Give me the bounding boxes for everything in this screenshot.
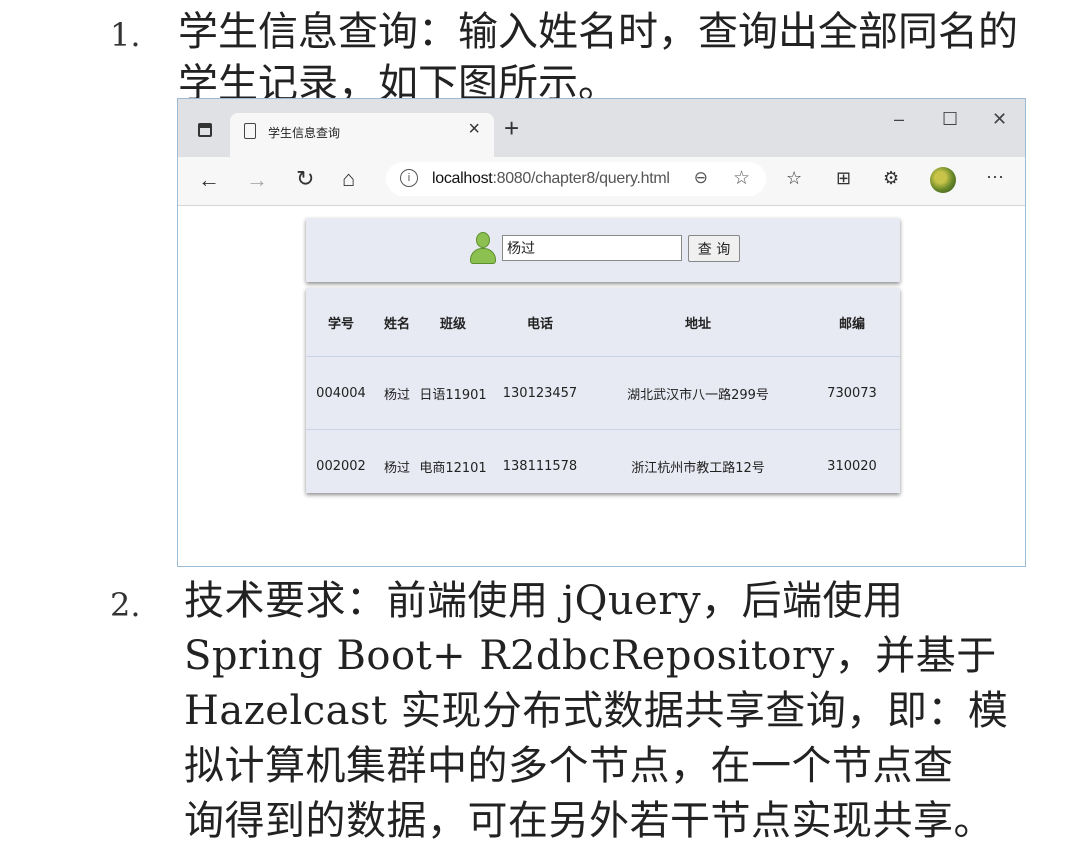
text-line: 询得到的数据，可在另外若干节点实现共享。: [184, 798, 994, 844]
query-button[interactable]: 查 询: [688, 235, 740, 262]
collections-icon[interactable]: ⊞: [836, 168, 851, 189]
page-content: 查 询 学号 姓名 班级 电话 地址 邮编: [178, 206, 1025, 566]
address-bar[interactable]: i localhost:8080/chapter8/query.html ⊖ ☆: [386, 162, 766, 196]
search-panel: 查 询: [306, 218, 900, 282]
zoom-icon[interactable]: ⊖: [694, 168, 708, 188]
extensions-icon[interactable]: ⚙: [883, 168, 899, 189]
url-path: :8080/chapter8/query.html: [492, 170, 670, 187]
tab-bar: 学生信息查询 × + – ☐ ✕: [178, 99, 1025, 157]
table-cell: 002002: [306, 429, 376, 502]
list-number: 2.: [110, 586, 141, 624]
table-cell: 004004: [306, 356, 376, 430]
refresh-icon[interactable]: ↻: [296, 166, 314, 192]
close-tab-icon[interactable]: ×: [468, 118, 480, 141]
more-icon[interactable]: ···: [986, 166, 1004, 187]
text-line: Hazelcast 实现分布式数据共享查询，即：模: [184, 688, 1009, 734]
info-icon[interactable]: i: [400, 169, 418, 187]
requirement-text: 学生信息查询：输入姓名时，查询出全部同名的学生记录，如下图所示。: [178, 9, 1018, 107]
table-cell: 杨过: [376, 429, 418, 502]
column-header: 姓名: [383, 316, 410, 332]
browser-window: 学生信息查询 × + – ☐ ✕ ← → ↻ ⌂ i localhost:808…: [177, 98, 1026, 567]
minimize-icon[interactable]: –: [894, 109, 904, 130]
name-input[interactable]: [502, 235, 682, 261]
table-cell: 电商12101: [418, 429, 488, 502]
back-icon[interactable]: ←: [198, 167, 220, 193]
table-cell: 湖北武汉市八一路299号: [592, 356, 804, 430]
table-row: 002002 杨过 电商12101 138111578 浙江杭州市教工路12号 …: [306, 429, 900, 502]
table-cell: 138111578: [488, 429, 592, 502]
close-window-icon[interactable]: ✕: [992, 109, 1007, 130]
list-number: 1.: [110, 16, 141, 54]
table-cell: 310020: [804, 429, 900, 502]
tab-title: 学生信息查询: [268, 126, 341, 140]
user-icon: [470, 232, 496, 266]
url-host: localhost: [432, 170, 493, 187]
new-tab-button[interactable]: +: [504, 113, 519, 144]
profile-avatar-icon[interactable]: [930, 167, 956, 193]
tab-actions-icon[interactable]: [198, 123, 212, 137]
table-header-row: 学号 姓名 班级 电话 地址 邮编: [306, 288, 900, 357]
column-header: 邮编: [838, 316, 865, 332]
text-line: 拟计算机集群中的多个节点，在一个节点查: [184, 743, 954, 789]
text-line: 技术要求：前端使用 jQuery，后端使用: [184, 578, 904, 624]
results-table: 学号 姓名 班级 电话 地址 邮编 004004 杨过 日语11901 1301…: [306, 288, 900, 502]
tab-query[interactable]: 学生信息查询 ×: [230, 113, 494, 157]
maximize-icon[interactable]: ☐: [942, 109, 958, 130]
navigation-bar: ← → ↻ ⌂ i localhost:8080/chapter8/query.…: [178, 157, 1025, 206]
technical-requirements: 技术要求：前端使用 jQuery，后端使用 Spring Boot+ R2dbc…: [184, 574, 1034, 849]
results-panel: 学号 姓名 班级 电话 地址 邮编 004004 杨过 日语11901 1301…: [306, 288, 900, 502]
home-icon[interactable]: ⌂: [342, 166, 355, 192]
url-text: localhost:8080/chapter8/query.html: [432, 170, 670, 188]
forward-icon[interactable]: →: [246, 167, 268, 193]
table-cell: 浙江杭州市教工路12号: [592, 429, 804, 502]
page-icon: [244, 123, 256, 139]
table-cell: 杨过: [376, 356, 418, 430]
column-header: 地址: [684, 316, 711, 332]
column-header: 电话: [526, 316, 553, 332]
table-row: 004004 杨过 日语11901 130123457 湖北武汉市八一路299号…: [306, 356, 900, 430]
column-header: 学号: [327, 316, 354, 332]
table-cell: 130123457: [488, 356, 592, 430]
text-line: Spring Boot+ R2dbcRepository，并基于: [184, 633, 997, 679]
column-header: 班级: [439, 316, 466, 332]
table-cell: 730073: [804, 356, 900, 430]
table-cell: 日语11901: [418, 356, 488, 430]
favorite-add-icon[interactable]: ☆: [733, 167, 750, 190]
favorites-icon[interactable]: ☆: [786, 168, 802, 189]
